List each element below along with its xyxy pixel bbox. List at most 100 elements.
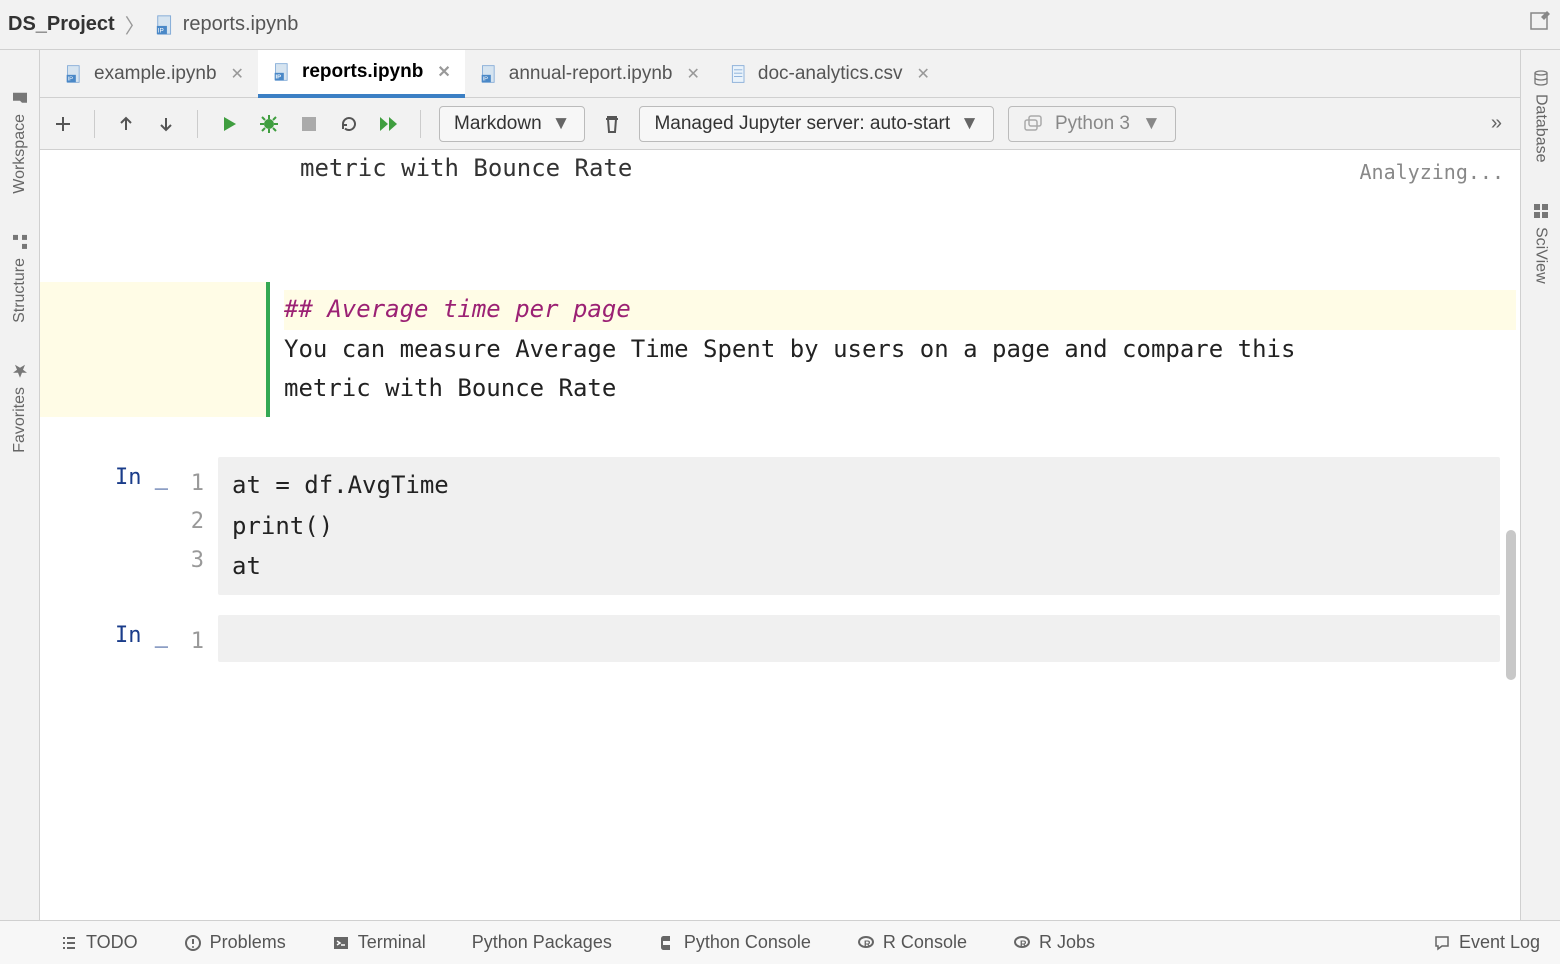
terminal-icon (332, 934, 350, 952)
cell-type-label: Markdown (454, 113, 542, 135)
delete-cell-button[interactable] (599, 111, 625, 137)
rail-favorites[interactable]: Favorites (11, 363, 29, 453)
status-python-console[interactable]: Python Console (658, 932, 811, 953)
r-icon: R (857, 934, 875, 952)
cell-edit-strip (88, 282, 266, 417)
markdown-heading-line: ## Average time per page (284, 290, 1516, 330)
status-bar: TODO Problems Terminal Python Packages P… (0, 920, 1560, 964)
rail-structure[interactable]: Structure (11, 234, 29, 323)
tab-annual-report[interactable]: IP annual-report.ipynb ✕ (465, 50, 714, 98)
divider (197, 110, 198, 138)
chevron-down-icon: ▼ (960, 113, 979, 135)
ipynb-file-icon: IP (272, 61, 294, 83)
svg-text:IP: IP (157, 27, 163, 34)
interpreter-label: Python 3 (1055, 113, 1130, 135)
analyzing-status: Analyzing... (1360, 160, 1505, 184)
code-line: at = df.AvgTime (232, 465, 1486, 506)
status-r-console[interactable]: R R Console (857, 932, 967, 953)
code-line: print() (232, 506, 1486, 547)
ipynb-file-icon: IP (64, 63, 86, 85)
tab-doc-analytics[interactable]: doc-analytics.csv ✕ (714, 50, 944, 98)
code-body[interactable] (218, 615, 1500, 662)
chevron-down-icon: ▼ (552, 113, 571, 135)
ipynb-file-icon: IP (479, 63, 501, 85)
close-icon[interactable]: ✕ (686, 64, 699, 84)
markdown-source[interactable]: ## Average time per page You can measure… (270, 282, 1520, 417)
ipynb-file-icon: IP (155, 14, 177, 36)
cell-gutter (40, 282, 88, 417)
structure-icon (12, 234, 28, 250)
close-icon[interactable]: ✕ (917, 64, 930, 84)
star-icon (12, 363, 28, 379)
scratch-edit-icon[interactable] (1528, 10, 1552, 39)
status-problems[interactable]: Problems (184, 932, 286, 953)
tab-label: example.ipynb (94, 63, 217, 85)
stop-button[interactable] (296, 111, 322, 137)
divider (94, 110, 95, 138)
interpreter-select[interactable]: Python 3 ▼ (1008, 106, 1176, 142)
cell-type-select[interactable]: Markdown ▼ (439, 106, 585, 142)
database-icon (1533, 70, 1549, 86)
server-label: Managed Jupyter server: auto-start (654, 113, 950, 135)
rail-sciview[interactable]: SciView (1532, 203, 1550, 284)
status-todo[interactable]: TODO (60, 932, 138, 953)
markdown-cell-editing[interactable]: ## Average time per page You can measure… (40, 282, 1520, 417)
python-icon (658, 934, 676, 952)
interpreter-icon (1023, 114, 1043, 134)
svg-text:IP: IP (68, 76, 74, 82)
breadcrumb-separator: 〉 (121, 10, 149, 39)
run-all-button[interactable] (376, 111, 402, 137)
svg-text:IP: IP (482, 76, 488, 82)
breadcrumb-filename: reports.ipynb (183, 13, 299, 36)
breadcrumb-file[interactable]: IP reports.ipynb (155, 13, 299, 36)
debug-cell-button[interactable] (256, 111, 282, 137)
svg-text:R: R (1020, 939, 1027, 949)
markdown-text-line: metric with Bounce Rate (284, 369, 1516, 409)
add-cell-button[interactable] (50, 111, 76, 137)
svg-text:R: R (864, 939, 871, 949)
markdown-render-fragment: metric with Bounce Rate (40, 150, 1520, 182)
tab-label: doc-analytics.csv (758, 63, 903, 85)
cell-prompt: In _ (88, 457, 168, 595)
svg-text:IP: IP (275, 74, 281, 80)
move-up-button[interactable] (113, 111, 139, 137)
right-tool-rail: Database SciView (1520, 50, 1560, 920)
close-icon[interactable]: ✕ (231, 64, 244, 84)
code-body[interactable]: at = df.AvgTime print() at (218, 457, 1500, 595)
restart-kernel-button[interactable] (336, 111, 362, 137)
line-numbers: 123 (168, 457, 218, 595)
jupyter-server-select[interactable]: Managed Jupyter server: auto-start ▼ (639, 106, 994, 142)
folder-icon (12, 90, 28, 106)
toolbar-overflow-button[interactable]: » (1483, 112, 1510, 135)
chevron-down-icon: ▼ (1142, 113, 1161, 135)
code-cell[interactable]: In _ 1 (40, 615, 1520, 662)
status-event-log[interactable]: Event Log (1433, 932, 1540, 953)
move-down-button[interactable] (153, 111, 179, 137)
notebook-editor[interactable]: Analyzing... metric with Bounce Rate ## … (40, 150, 1520, 920)
r-icon: R (1013, 934, 1031, 952)
left-tool-rail: Workspace Structure Favorites (0, 50, 40, 920)
code-cell[interactable]: In _ 123 at = df.AvgTime print() at (40, 457, 1520, 595)
cell-prompt: In _ (88, 615, 168, 662)
list-icon (60, 934, 78, 952)
rail-workspace[interactable]: Workspace (11, 90, 29, 194)
breadcrumb: DS_Project 〉 IP reports.ipynb (8, 10, 298, 39)
close-icon[interactable]: ✕ (437, 62, 450, 82)
sciview-icon (1533, 203, 1549, 219)
divider (420, 110, 421, 138)
status-python-packages[interactable]: Python Packages (472, 932, 612, 953)
markdown-text-line: You can measure Average Time Spent by us… (284, 330, 1516, 370)
breadcrumb-project[interactable]: DS_Project (8, 13, 115, 36)
editor-column: IP example.ipynb ✕ IP reports.ipynb ✕ IP… (40, 50, 1520, 920)
run-cell-button[interactable] (216, 111, 242, 137)
notebook-toolbar: Markdown ▼ Managed Jupyter server: auto-… (40, 98, 1520, 150)
scrollbar-thumb[interactable] (1506, 530, 1516, 680)
tab-label: reports.ipynb (302, 61, 423, 83)
warning-icon (184, 934, 202, 952)
csv-file-icon (728, 63, 750, 85)
rail-database[interactable]: Database (1532, 70, 1550, 163)
status-r-jobs[interactable]: R R Jobs (1013, 932, 1095, 953)
status-terminal[interactable]: Terminal (332, 932, 426, 953)
tab-reports[interactable]: IP reports.ipynb ✕ (258, 50, 465, 98)
tab-example[interactable]: IP example.ipynb ✕ (50, 50, 258, 98)
